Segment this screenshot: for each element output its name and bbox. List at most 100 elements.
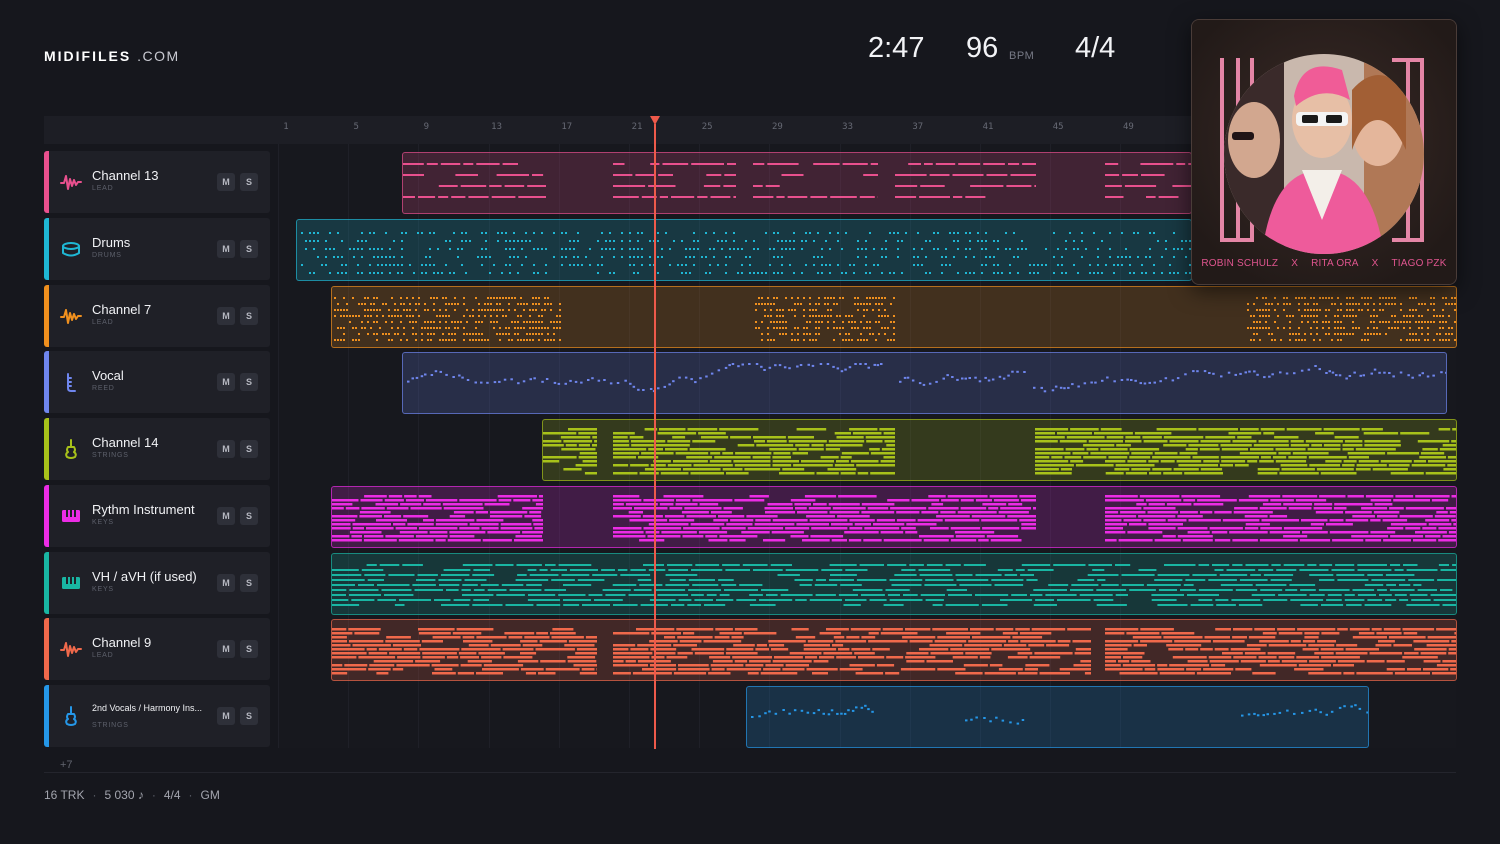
playhead[interactable] (654, 124, 656, 749)
midi-clip[interactable] (331, 552, 1457, 615)
credit-separator: X (1291, 258, 1299, 269)
ruler-tick: 1 (283, 122, 289, 132)
ruler-tick: 9 (423, 122, 430, 132)
ruler-tick: 21 (631, 122, 643, 132)
credit-artist-3: TIAGO PZK (1391, 258, 1447, 269)
ruler-tick: 49 (1122, 122, 1134, 132)
credit-artist-2: RITA ORA (1311, 258, 1359, 269)
ruler-tick: 25 (701, 122, 713, 132)
track-header[interactable]: Channel 9 LEAD M S (44, 618, 270, 681)
logo-brand: MIDIFILES (44, 48, 132, 64)
midi-clip[interactable] (331, 285, 1457, 348)
ruler-tick: 45 (1052, 122, 1064, 132)
midi-clip[interactable] (746, 686, 1369, 748)
tempo-unit: BPM (1009, 50, 1035, 62)
mute-button[interactable]: M (217, 707, 235, 725)
track-name: Drums (92, 234, 131, 250)
keyboard-icon (60, 505, 82, 527)
solo-button[interactable]: S (240, 373, 258, 392)
album-artwork: ROBIN SCHULZ X RITA ORA X TIAGO PZK (1191, 19, 1457, 285)
violin-icon (60, 438, 82, 460)
track-count: 16 TRK (44, 788, 85, 802)
mute-button[interactable]: M (217, 506, 235, 525)
solo-button[interactable]: S (240, 239, 258, 258)
track-color-bar (44, 151, 49, 213)
track-name: 2nd Vocals / Harmony Ins... (92, 703, 203, 713)
solo-button[interactable]: S (240, 640, 258, 659)
solo-button[interactable]: S (240, 306, 258, 325)
track-name: Channel 7 (92, 301, 152, 317)
mute-button[interactable]: M (217, 239, 235, 258)
track-color-bar (44, 351, 49, 414)
site-logo[interactable]: MIDIFILES .COM (44, 48, 180, 64)
waveform-icon (60, 305, 82, 327)
keyboard-icon (60, 572, 82, 594)
more-tracks-link[interactable]: +7 (60, 759, 73, 771)
violin-icon (60, 705, 82, 727)
credit-artist-1: ROBIN SCHULZ (1201, 258, 1279, 269)
ruler-tick: 37 (912, 122, 924, 132)
track-header[interactable]: Channel 13 LEAD M S (44, 151, 270, 213)
solo-button[interactable]: S (240, 506, 258, 525)
solo-button[interactable]: S (240, 173, 258, 191)
midi-clip[interactable] (402, 352, 1447, 415)
track-color-bar (44, 217, 49, 280)
mute-button[interactable]: M (217, 306, 235, 325)
solo-button[interactable]: S (240, 573, 258, 592)
mute-button[interactable]: M (217, 640, 235, 659)
ruler-tick: 17 (561, 122, 573, 132)
midi-clip[interactable] (331, 485, 1457, 548)
track-header[interactable]: Vocal REED M S (44, 351, 270, 414)
midi-clip[interactable] (331, 619, 1457, 682)
tempo-value: 96 (966, 32, 999, 64)
cover-image (1192, 20, 1456, 284)
track-color-bar (44, 284, 49, 347)
track-category: KEYS (92, 585, 114, 593)
track-name: VH / aVH (if used) (92, 568, 197, 584)
track-header[interactable]: Channel 14 STRINGS M S (44, 418, 270, 480)
track-header[interactable]: Channel 7 LEAD M S (44, 284, 270, 347)
footer-time-signature: 4/4 (163, 788, 181, 802)
track-category: KEYS (92, 518, 114, 526)
ruler-tick: 33 (842, 122, 854, 132)
track-category: STRINGS (92, 452, 129, 459)
playhead-handle[interactable] (650, 116, 660, 125)
mute-button[interactable]: M (217, 440, 235, 458)
song-time: 2:47 (868, 32, 925, 64)
credit-separator: X (1371, 258, 1379, 269)
ruler-tick: 5 (353, 122, 359, 132)
mute-button[interactable]: M (217, 173, 235, 191)
track-header[interactable]: 2nd Vocals / Harmony Ins... STRINGS M S (44, 685, 270, 747)
midi-clip[interactable] (296, 218, 1192, 281)
track-color-bar (44, 618, 49, 681)
track-category: DRUMS (92, 251, 122, 259)
track-name: Channel 9 (92, 635, 152, 651)
midi-clip[interactable] (402, 152, 1192, 214)
track-name: Vocal (92, 368, 124, 384)
track-category: LEAD (92, 318, 114, 326)
note-count: 5 030 ♪ (104, 788, 144, 802)
midi-clip[interactable] (542, 419, 1457, 481)
reed-icon (60, 371, 82, 393)
track-category: REED (92, 385, 115, 393)
track-category: STRINGS (92, 722, 129, 729)
artwork-credits: ROBIN SCHULZ X RITA ORA X TIAGO PZK (1192, 258, 1456, 269)
time-signature: 4/4 (1075, 32, 1116, 64)
track-name: Rythm Instrument (92, 501, 195, 517)
track-color-bar (44, 418, 49, 480)
logo-suffix: .COM (137, 48, 180, 64)
track-category: LEAD (92, 185, 114, 192)
track-name: Channel 14 (92, 435, 159, 450)
track-header[interactable]: VH / aVH (if used) KEYS M S (44, 551, 270, 614)
solo-button[interactable]: S (240, 707, 258, 725)
ruler-tick: 41 (982, 122, 994, 132)
track-header[interactable]: Drums DRUMS M S (44, 217, 270, 280)
status-bar: 16 TRK · 5 030 ♪ · 4/4 · GM (44, 788, 220, 802)
mute-button[interactable]: M (217, 573, 235, 592)
track-header[interactable]: Rythm Instrument KEYS M S (44, 484, 270, 547)
ruler-tick: 13 (491, 122, 503, 132)
drum-icon (60, 238, 82, 260)
ruler-tick: 29 (771, 122, 783, 132)
mute-button[interactable]: M (217, 373, 235, 392)
solo-button[interactable]: S (240, 440, 258, 458)
